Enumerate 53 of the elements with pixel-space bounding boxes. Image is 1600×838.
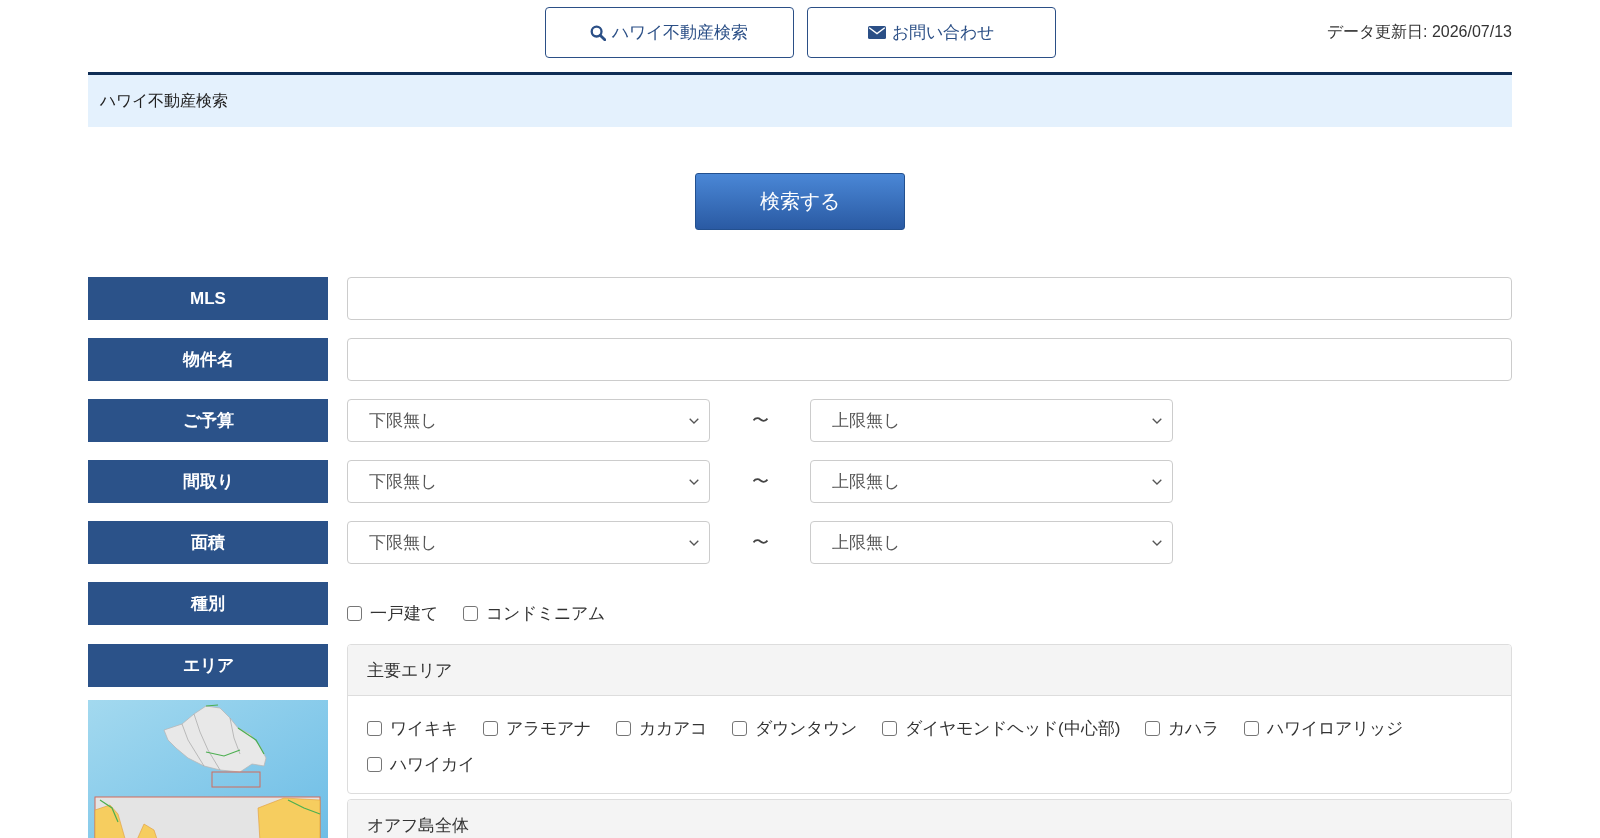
field-label: 物件名: [88, 338, 328, 381]
nav-button[interactable]: お問い合わせ: [806, 7, 1056, 58]
checkbox-label[interactable]: ダウンタウン: [755, 716, 857, 740]
field-label: 種別: [88, 582, 328, 625]
update-date: データ更新日: 2026/07/13: [1327, 22, 1512, 42]
checkbox[interactable]: [1145, 720, 1161, 736]
panel-header: オアフ島全体: [348, 800, 1511, 838]
checkbox[interactable]: [347, 605, 362, 621]
range-separator: 〜: [750, 410, 770, 432]
chevron-down-icon: [689, 478, 699, 485]
panel-header: 主要エリア: [348, 645, 1511, 696]
field-label: ご予算: [88, 399, 328, 442]
checkbox-label[interactable]: 一戸建て: [370, 601, 438, 625]
text-field[interactable]: [347, 338, 1512, 381]
checkbox[interactable]: [732, 720, 747, 736]
checkbox[interactable]: [367, 756, 382, 772]
checkbox-label[interactable]: ハワイカイ: [390, 752, 475, 776]
field-label: 面積: [88, 521, 328, 564]
dropdown[interactable]: 上限無し: [810, 460, 1173, 503]
range-separator: 〜: [750, 532, 770, 554]
checkbox[interactable]: [463, 605, 478, 621]
checkbox-label[interactable]: ダイヤモンドヘッド(中心部): [905, 716, 1121, 740]
chevron-down-icon: [689, 417, 699, 424]
search-button[interactable]: 検索する: [695, 173, 905, 230]
text-field[interactable]: [347, 277, 1512, 320]
checkbox-label[interactable]: カカアコ: [639, 716, 707, 740]
dropdown[interactable]: 下限無し: [347, 460, 710, 503]
chevron-down-icon: [1152, 539, 1162, 546]
chevron-down-icon: [689, 539, 699, 546]
field-label: MLS: [88, 277, 328, 320]
range-separator: 〜: [750, 471, 770, 493]
dropdown[interactable]: 下限無し: [347, 399, 710, 442]
checkbox-label[interactable]: コンドミニアム: [486, 601, 605, 625]
page-title-bar: ハワイ不動産検索: [88, 75, 1512, 127]
checkbox-label[interactable]: ハワイロアリッジ: [1267, 716, 1404, 740]
checkbox[interactable]: [483, 720, 498, 736]
checkbox[interactable]: [882, 720, 897, 736]
dropdown[interactable]: 下限無し: [347, 521, 710, 564]
dropdown[interactable]: 上限無し: [810, 399, 1173, 442]
checkbox[interactable]: [616, 720, 631, 736]
chevron-down-icon: [1152, 417, 1162, 424]
checkbox-label[interactable]: カハラ: [1168, 716, 1220, 740]
checkbox-label[interactable]: アラモアナ: [506, 716, 591, 740]
checkbox-label[interactable]: ワイキキ: [390, 716, 458, 740]
chevron-down-icon: [1152, 478, 1162, 485]
search-icon: [590, 24, 606, 41]
nav-button[interactable]: ハワイ不動産検索: [544, 7, 794, 58]
field-label: 間取り: [88, 460, 328, 503]
envelope-icon: [868, 26, 886, 39]
checkbox[interactable]: [1244, 720, 1260, 736]
field-label: エリア: [88, 644, 328, 687]
dropdown[interactable]: 上限無し: [810, 521, 1173, 564]
checkbox[interactable]: [367, 720, 382, 736]
